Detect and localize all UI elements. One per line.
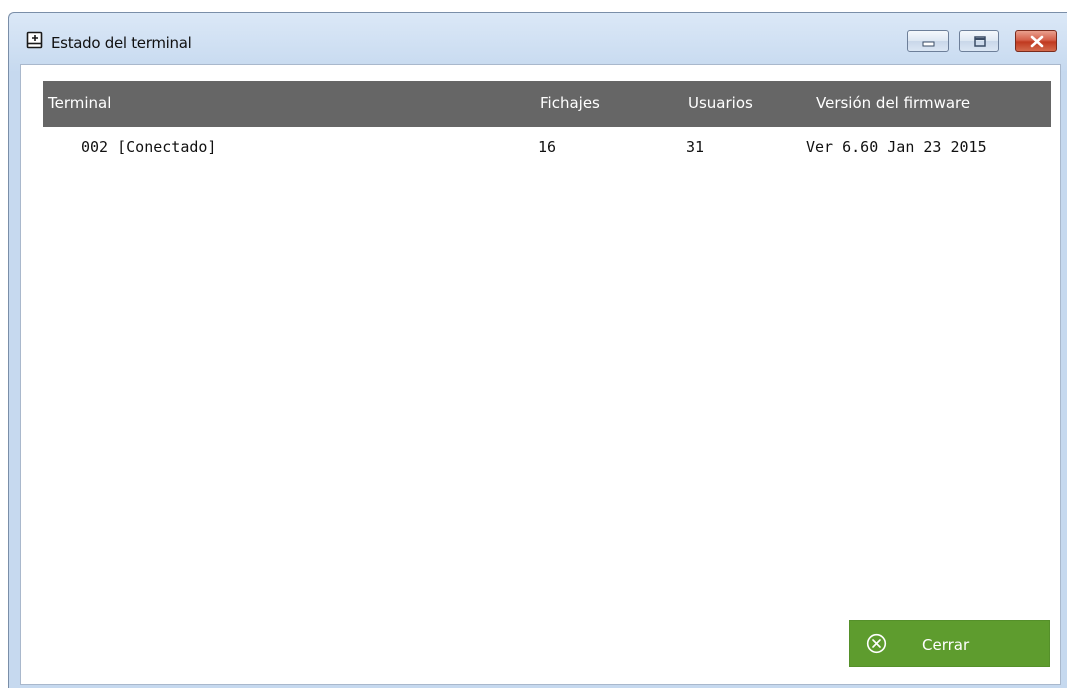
- column-header-fichajes[interactable]: Fichajes: [540, 94, 600, 112]
- terminal-status-window: Estado del terminal Terminal Fichajes Us…: [8, 12, 1067, 688]
- terminal-icon: [26, 31, 44, 49]
- cell-usuarios: 31: [686, 138, 705, 156]
- window-title: Estado del terminal: [51, 34, 192, 52]
- window-close-button[interactable]: [1015, 30, 1057, 52]
- column-header-firmware[interactable]: Versión del firmware: [816, 94, 970, 112]
- column-header-terminal[interactable]: Terminal: [48, 94, 111, 112]
- cell-firmware: Ver 6.60 Jan 23 2015: [806, 138, 987, 156]
- table-header: Terminal Fichajes Usuarios Versión del f…: [43, 81, 1051, 127]
- maximize-button[interactable]: [959, 30, 999, 52]
- close-button[interactable]: Cerrar: [849, 620, 1050, 667]
- window-content: Terminal Fichajes Usuarios Versión del f…: [20, 64, 1061, 685]
- cell-terminal: 002 [Conectado]: [81, 138, 217, 156]
- minimize-button[interactable]: [907, 30, 949, 52]
- column-header-usuarios[interactable]: Usuarios: [688, 94, 753, 112]
- cell-fichajes: 16: [538, 138, 557, 156]
- close-button-label: Cerrar: [922, 636, 970, 654]
- circle-x-icon: [866, 633, 887, 654]
- title-bar[interactable]: Estado del terminal: [9, 13, 1067, 52]
